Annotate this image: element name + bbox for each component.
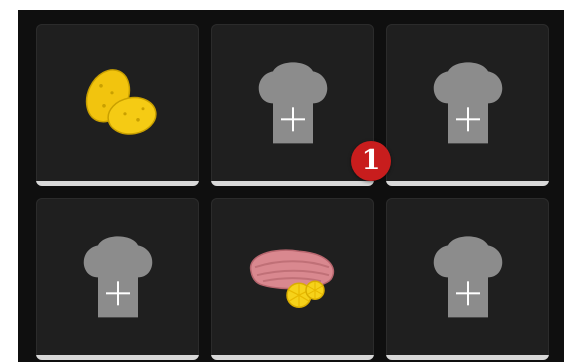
add-dish-slot-2[interactable]	[386, 24, 549, 186]
tile-status-bar	[211, 181, 374, 186]
fish-with-lemon-icon	[249, 249, 334, 308]
potato-slices-icon	[85, 69, 157, 135]
dish-tile-fish-lemon[interactable]	[211, 198, 374, 360]
chef-hat-plus-icon	[433, 236, 502, 318]
tile-status-bar	[36, 181, 199, 186]
chef-hat-plus-icon	[83, 236, 152, 318]
chef-hat-plus-icon	[258, 62, 327, 144]
add-dish-slot-3[interactable]	[36, 198, 199, 360]
tile-status-bar	[211, 355, 374, 360]
tile-status-bar	[36, 355, 199, 360]
dish-grid: 1	[18, 10, 564, 362]
tile-status-bar	[386, 355, 549, 360]
dish-tile-potatoes[interactable]	[36, 24, 199, 186]
add-dish-slot-1[interactable]	[211, 24, 374, 186]
chef-hat-plus-icon	[433, 62, 502, 144]
tile-status-bar	[386, 181, 549, 186]
add-dish-slot-4[interactable]	[386, 198, 549, 360]
notification-badge: 1	[351, 141, 391, 181]
